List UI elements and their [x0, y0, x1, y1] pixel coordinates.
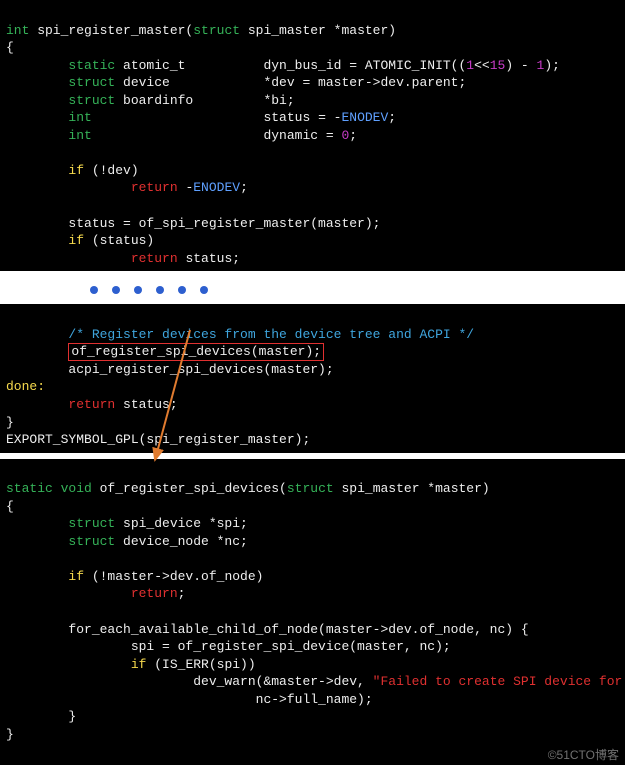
semi: );: [544, 58, 560, 73]
expr: status;: [178, 251, 240, 266]
semi: ;: [178, 586, 186, 601]
kw-return: return: [6, 180, 178, 195]
for-loop: for_each_available_child_of_node(master-…: [6, 622, 529, 637]
code-block-1: int spi_register_master(struct spi_maste…: [0, 0, 625, 271]
brace-close: }: [6, 727, 14, 742]
semi: ;: [240, 180, 248, 195]
watermark: ©51CTO博客: [548, 747, 619, 763]
fn-decl: spi_register_master(: [29, 23, 193, 38]
cond: (!dev): [84, 163, 139, 178]
op: ) -: [505, 58, 536, 73]
pad: [6, 344, 68, 359]
semi: ;: [349, 128, 357, 143]
dot-icon: [90, 286, 98, 294]
decl: status = -: [92, 110, 342, 125]
decl: boardinfo *bi;: [115, 93, 294, 108]
decl: device_node *nc;: [115, 534, 248, 549]
kw-struct: struct: [6, 93, 115, 108]
stmt: status = of_spi_register_master(master);: [6, 216, 380, 231]
param: spi_master *master): [334, 481, 490, 496]
decl: spi_device *spi;: [115, 516, 248, 531]
brace-open: {: [6, 40, 14, 55]
stmt: spi = of_register_spi_device(master, nc)…: [6, 639, 451, 654]
brace-close: }: [6, 415, 14, 430]
ellipsis-dots: [0, 277, 625, 304]
code-block-2: /* Register devices from the device tree…: [0, 304, 625, 452]
comment: /* Register devices from the device tree…: [6, 327, 474, 342]
kw-struct: struct: [6, 75, 115, 90]
num: 1: [466, 58, 474, 73]
decl: dynamic =: [92, 128, 342, 143]
code-block-3: static void of_register_spi_devices(stru…: [0, 459, 625, 765]
op: -: [178, 180, 194, 195]
num: 15: [490, 58, 506, 73]
param: spi_master *master): [240, 23, 396, 38]
kw-struct: struct: [6, 534, 115, 549]
kw-static: static: [6, 58, 115, 73]
kw-struct: struct: [193, 23, 240, 38]
kw-static-void: static void: [6, 481, 92, 496]
page-wrapper: int spi_register_master(struct spi_maste…: [0, 0, 625, 765]
label-done: done:: [6, 379, 45, 394]
brace-open: {: [6, 499, 14, 514]
expr: status;: [115, 397, 177, 412]
cond: (IS_ERR(spi)): [146, 657, 255, 672]
kw-return: return: [6, 397, 115, 412]
cond: (!master->dev.of_node): [84, 569, 263, 584]
stmt: acpi_register_spi_devices(master);: [6, 362, 334, 377]
op: <<: [474, 58, 490, 73]
enodev: ENODEV: [341, 110, 388, 125]
dot-icon: [200, 286, 208, 294]
brace-close: }: [6, 709, 76, 724]
dot-icon: [134, 286, 142, 294]
call: dev_warn(&master->dev,: [6, 674, 373, 689]
kw-int: int: [6, 128, 92, 143]
decl: atomic_t dyn_bus_id = ATOMIC_INIT((: [115, 58, 466, 73]
enodev: ENODEV: [193, 180, 240, 195]
decl: device *dev = master->dev.parent;: [115, 75, 466, 90]
highlighted-call: of_register_spi_devices(master);: [68, 343, 324, 361]
kw-int: int: [6, 110, 92, 125]
kw-if: if: [6, 657, 146, 672]
kw-if: if: [6, 569, 84, 584]
fn-decl: of_register_spi_devices(: [92, 481, 287, 496]
semi: ;: [388, 110, 396, 125]
kw-if: if: [6, 233, 84, 248]
str: "Failed to create SPI device for: [373, 674, 625, 689]
kw-return: return: [6, 586, 178, 601]
kw-int: int: [6, 23, 29, 38]
kw-struct: struct: [6, 516, 115, 531]
arg: nc->full_name);: [6, 692, 373, 707]
dot-icon: [156, 286, 164, 294]
dot-icon: [178, 286, 186, 294]
cond: (status): [84, 233, 154, 248]
kw-struct: struct: [287, 481, 334, 496]
export: EXPORT_SYMBOL_GPL(spi_register_master);: [6, 432, 310, 447]
kw-return: return: [6, 251, 178, 266]
kw-if: if: [6, 163, 84, 178]
dot-icon: [112, 286, 120, 294]
